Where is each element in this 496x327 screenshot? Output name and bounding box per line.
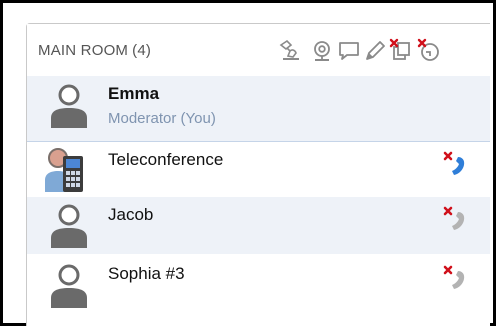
window-frame-left: [0, 0, 3, 326]
user-avatar-icon: [47, 202, 91, 250]
window-frame-top: [0, 0, 496, 3]
phone-icon[interactable]: [442, 205, 470, 233]
participant-name: Sophia #3: [108, 264, 185, 283]
room-name: MAIN ROOM: [38, 42, 129, 59]
phone-icon[interactable]: [442, 264, 470, 292]
participant-row[interactable]: Jacob: [27, 197, 490, 254]
desktop-share-icon[interactable]: [278, 38, 302, 64]
participant-row[interactable]: Teleconference: [27, 141, 490, 197]
webcam-icon[interactable]: [310, 38, 334, 64]
user-avatar-icon: [47, 262, 91, 310]
participant-count: (4): [132, 42, 152, 59]
chat-icon[interactable]: [337, 38, 361, 64]
room-header: MAIN ROOM (4): [27, 24, 490, 76]
participant-row[interactable]: Sophia #3: [27, 254, 490, 327]
participant-name: Teleconference: [108, 150, 224, 169]
participant-row[interactable]: Emma Moderator (You): [27, 76, 490, 141]
blocked-copy-icon[interactable]: [389, 38, 413, 64]
participants-panel: MAIN ROOM (4) Emma Moderator (You) Telec…: [26, 23, 490, 326]
pencil-icon[interactable]: [363, 38, 387, 64]
user-avatar-icon: [47, 82, 91, 130]
participant-name: Emma: [108, 84, 160, 103]
participant-role: Moderator (You): [108, 110, 216, 127]
room-title: MAIN ROOM (4): [38, 42, 151, 59]
teleconference-phone-icon: [43, 146, 87, 194]
blocked-ticket-icon[interactable]: [417, 38, 441, 64]
participant-name: Jacob: [108, 205, 154, 224]
disconnect-phone-icon[interactable]: [442, 150, 470, 178]
